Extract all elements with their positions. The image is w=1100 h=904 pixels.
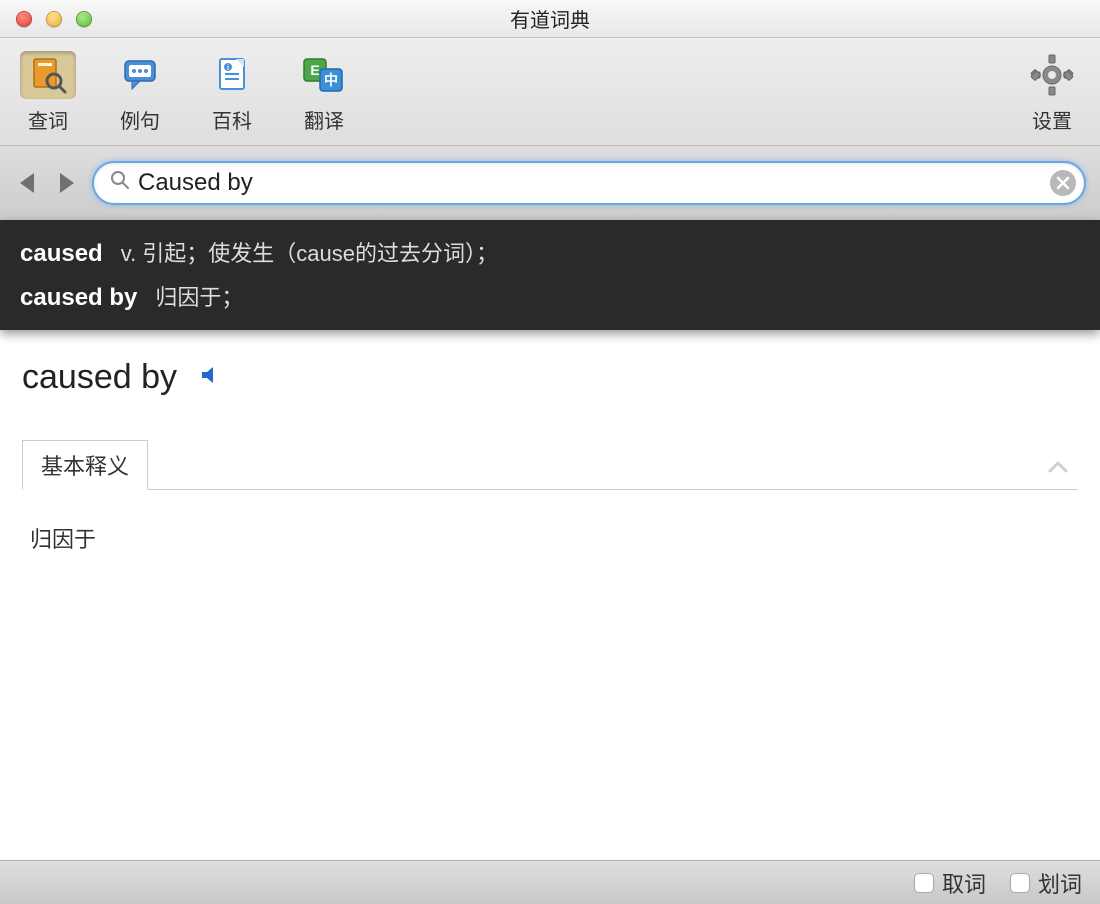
suggestion-item[interactable]: caused by 归因于； [20, 280, 1080, 312]
titlebar: 有道词典 [0, 0, 1100, 38]
book-search-icon [20, 51, 76, 99]
suggestion-term: caused by [20, 284, 137, 312]
tool-encyclopedia-label: 百科 [212, 105, 252, 134]
headword-row: caused by [22, 358, 1078, 397]
status-bar: 取词 划词 [0, 860, 1100, 904]
maximize-button[interactable] [76, 11, 92, 27]
stroke-pick-toggle[interactable]: 划词 [1010, 867, 1082, 899]
checkbox-icon [1010, 873, 1030, 893]
nav-forward-button[interactable] [60, 173, 74, 193]
tool-lookup[interactable]: 查词 [20, 51, 76, 134]
search-input[interactable] [138, 169, 1042, 197]
close-button[interactable] [16, 11, 32, 27]
search-field[interactable] [92, 161, 1086, 205]
translate-icon: E 中 [296, 51, 352, 99]
minimize-button[interactable] [46, 11, 62, 27]
suggestions-dropdown: caused v. 引起；使发生（cause的过去分词）； caused by … [0, 220, 1100, 330]
suggestion-definition: 归因于； [155, 280, 243, 312]
word-pick-toggle[interactable]: 取词 [914, 867, 986, 899]
tool-settings-label: 设置 [1032, 105, 1072, 134]
tool-settings[interactable]: 设置 [1024, 51, 1080, 134]
svg-text:中: 中 [324, 72, 338, 88]
stroke-pick-label: 划词 [1038, 867, 1082, 899]
gear-icon [1024, 51, 1080, 99]
tool-encyclopedia[interactable]: i 百科 [204, 51, 260, 134]
svg-text:i: i [227, 65, 229, 72]
entry-content: caused by 基本释义 归因于 [0, 330, 1100, 870]
tool-examples[interactable]: 例句 [112, 51, 168, 134]
nav-arrows [14, 173, 74, 193]
pronounce-button[interactable] [199, 364, 221, 391]
searchbar [0, 146, 1100, 220]
tool-translate-label: 翻译 [304, 105, 344, 134]
clear-search-button[interactable] [1050, 170, 1076, 196]
tool-translate[interactable]: E 中 翻译 [296, 51, 352, 134]
suggestion-item[interactable]: caused v. 引起；使发生（cause的过去分词）； [20, 236, 1080, 268]
traffic-lights [0, 11, 92, 27]
tool-examples-label: 例句 [120, 105, 160, 134]
nav-back-button[interactable] [20, 173, 34, 193]
tool-lookup-label: 查词 [28, 105, 68, 134]
headword: caused by [22, 358, 177, 397]
window-title: 有道词典 [0, 4, 1100, 33]
word-pick-label: 取词 [942, 867, 986, 899]
definition-text: 归因于 [22, 490, 1078, 586]
definition-tabs: 基本释义 [22, 439, 1078, 490]
search-icon [110, 170, 130, 196]
checkbox-icon [914, 873, 934, 893]
main-toolbar: 查词 例句 i 百科 [0, 38, 1100, 146]
suggestion-definition: v. 引起；使发生（cause的过去分词）； [121, 236, 498, 268]
document-info-icon: i [204, 51, 260, 99]
tab-basic-definition[interactable]: 基本释义 [22, 440, 148, 490]
speech-bubble-icon [112, 51, 168, 99]
suggestion-term: caused [20, 240, 103, 268]
svg-text:E: E [310, 62, 319, 78]
collapse-section-button[interactable] [1048, 449, 1078, 480]
